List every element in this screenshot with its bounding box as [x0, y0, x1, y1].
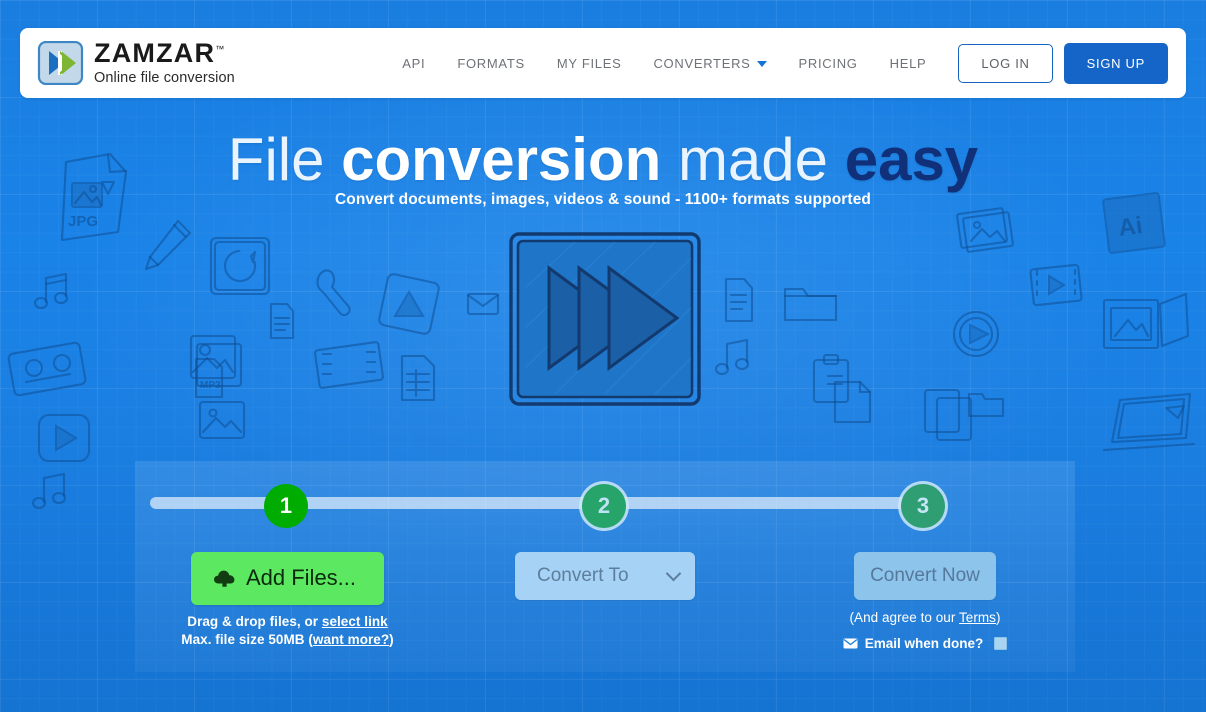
- step-3-column: Convert Now (And agree to our Terms) Ema…: [775, 552, 1075, 651]
- nav-item-pricing[interactable]: PRICING: [783, 48, 874, 79]
- email-notify-checkbox[interactable]: [994, 637, 1008, 650]
- nav-label: FORMATS: [457, 55, 525, 71]
- svg-text:MP3: MP3: [200, 380, 221, 391]
- picture-frames-doodle-icon: [1102, 292, 1190, 350]
- page-title: File conversion made easy: [0, 126, 1206, 194]
- logo-text: ZAMZAR™ Online file conversion: [94, 40, 235, 86]
- film-strip-doodle-icon: [314, 341, 384, 389]
- logo[interactable]: ZAMZAR™ Online file conversion: [37, 40, 235, 86]
- signup-button[interactable]: SIGN UP: [1063, 42, 1168, 84]
- chevron-down-icon: [756, 61, 767, 67]
- nav-item-my-files[interactable]: MY FILES: [541, 48, 638, 79]
- music-note-doodle-icon: [33, 272, 69, 310]
- fast-forward-sketch-icon: [509, 232, 701, 406]
- logo-tagline: Online file conversion: [94, 70, 235, 87]
- terms-suffix: ): [995, 610, 1001, 625]
- nav-item-formats[interactable]: FORMATS: [441, 48, 541, 79]
- upload-cloud-icon: [213, 570, 235, 587]
- wrench-doodle-icon: [316, 269, 351, 317]
- nav-label: MY FILES: [556, 55, 622, 71]
- step-circle-3[interactable]: 3: [901, 484, 945, 528]
- email-notify-row: Email when done?: [775, 636, 1075, 651]
- step-number: 3: [916, 493, 930, 518]
- hint-prefix: Drag & drop files, or: [187, 614, 322, 629]
- logo-trademark: ™: [215, 44, 225, 55]
- nav-item-help[interactable]: HELP: [874, 48, 943, 79]
- film-frame-doodle-icon: [1029, 263, 1083, 307]
- want-more-link[interactable]: want more?: [313, 632, 389, 647]
- music-note-2-doodle-icon: [31, 472, 67, 510]
- page-subtitle: Convert documents, images, videos & soun…: [335, 191, 871, 208]
- pencil-doodle-icon: [144, 219, 192, 271]
- spreadsheet-doodle-icon: [400, 354, 436, 402]
- folder-doodle-icon: [783, 287, 838, 322]
- step-2-column: Convert To: [455, 552, 755, 600]
- nav-label: API: [402, 55, 426, 71]
- email-notify-label: Email when done?: [864, 636, 984, 651]
- file-size-hint: Max. file size 50MB (want more?): [135, 632, 440, 647]
- add-files-label: Add Files...: [245, 565, 357, 590]
- terms-agreement: (And agree to our Terms): [775, 610, 1075, 625]
- document-right-doodle-icon: [724, 277, 754, 323]
- convert-now-button[interactable]: Convert Now: [854, 552, 996, 600]
- document-doodle-icon: [269, 302, 295, 340]
- step-circle-2[interactable]: 2: [582, 484, 626, 528]
- music-note-3-doodle-icon: [714, 338, 750, 376]
- chevron-down-icon: [665, 565, 682, 582]
- picture-doodle-icon: [198, 400, 246, 440]
- refresh-doodle-icon: [209, 236, 271, 296]
- nav-item-converters[interactable]: CONVERTERS: [637, 48, 782, 79]
- login-button[interactable]: LOG IN: [958, 43, 1053, 83]
- play-doodle-icon: [37, 413, 91, 463]
- step-number: 1: [279, 493, 293, 518]
- mp3-file-doodle-icon: MP3: [194, 357, 224, 399]
- size-prefix: Max. file size 50MB (: [181, 632, 313, 647]
- step-circle-1[interactable]: 1: [264, 484, 308, 528]
- envelope-doodle-icon: [466, 292, 500, 316]
- convert-to-select[interactable]: Convert To: [515, 552, 695, 600]
- play-circle-doodle-icon: [952, 310, 1000, 358]
- step-1-column: Add Files... Drag & drop files, or selec…: [135, 552, 440, 647]
- page-doodle-icon: [833, 380, 872, 424]
- site-header: ZAMZAR™ Online file conversion API FORMA…: [20, 28, 1186, 98]
- nav-label: CONVERTERS: [653, 55, 751, 71]
- terms-link[interactable]: Terms: [959, 610, 996, 625]
- select-link[interactable]: select link: [322, 614, 388, 629]
- add-files-button[interactable]: Add Files...: [190, 552, 385, 605]
- laptop-doodle-icon: [1102, 392, 1196, 452]
- svg-text:JPG: JPG: [68, 213, 98, 230]
- image-diamond-doodle-icon: [378, 273, 440, 335]
- main-navigation: API FORMATS MY FILES CONVERTERS PRICING …: [386, 42, 1186, 84]
- envelope-icon: [843, 638, 858, 649]
- title-word-file: File: [227, 126, 342, 193]
- convert-to-value: Convert To: [537, 565, 629, 586]
- title-word-easy: easy: [844, 126, 979, 193]
- step-number: 2: [597, 493, 611, 518]
- terms-prefix: (And agree to our: [849, 610, 959, 625]
- nav-item-api[interactable]: API: [386, 48, 441, 79]
- fast-forward-logo-icon: [37, 41, 84, 85]
- cassette-doodle-icon: [7, 341, 87, 397]
- svg-text:Ai: Ai: [1117, 212, 1144, 242]
- size-suffix: ): [389, 632, 394, 647]
- logo-name: ZAMZAR: [94, 38, 216, 69]
- logo-title: ZAMZAR™: [94, 40, 235, 67]
- image-thumbs-doodle-icon: [956, 207, 1014, 253]
- drag-drop-hint: Drag & drop files, or select link: [135, 614, 440, 629]
- nav-label: HELP: [889, 55, 927, 71]
- title-word-conversion: conversion: [341, 126, 678, 193]
- nav-label: PRICING: [798, 55, 858, 71]
- title-word-made: made: [677, 126, 845, 193]
- small-folder-doodle-icon: [967, 392, 1005, 418]
